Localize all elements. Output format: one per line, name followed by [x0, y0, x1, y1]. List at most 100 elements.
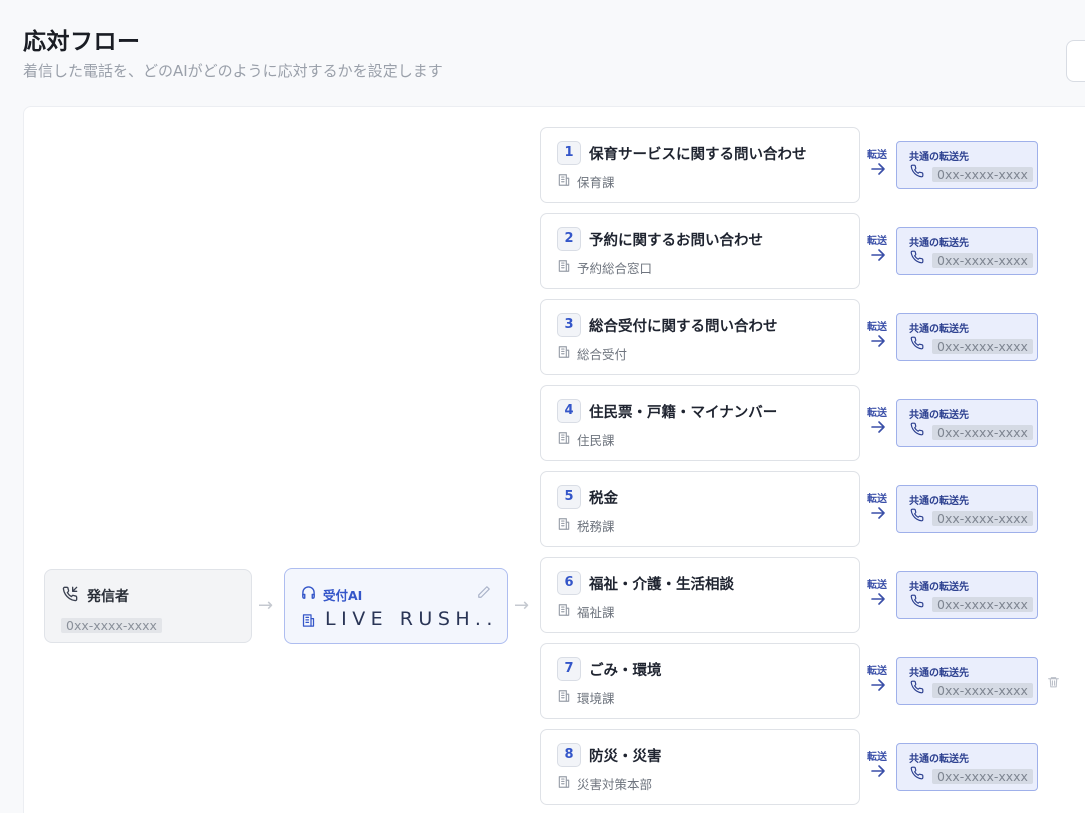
transfer-destination-number: 0xx-xxxx-xxxx — [932, 164, 1033, 183]
transfer-label: 転送 — [867, 580, 887, 591]
transfer-destination-number-value: 0xx-xxxx-xxxx — [932, 425, 1033, 440]
transfer-label: 転送 — [867, 494, 887, 505]
phone-icon — [910, 508, 924, 522]
route-card[interactable]: 3 総合受付に関する問い合わせ総合受付 — [540, 299, 860, 375]
transfer-destination-number-value: 0xx-xxxx-xxxx — [932, 339, 1033, 354]
route-title: 予約に関するお問い合わせ — [589, 233, 763, 249]
route-title: 福祉・介護・生活相談 — [589, 577, 734, 593]
building-icon — [558, 690, 570, 702]
route-title: 税金 — [589, 491, 618, 507]
transfer-destination-label: 共通の転送先 — [909, 754, 969, 765]
flow-arrow-1: → — [258, 595, 274, 616]
transfer-destination-label: 共通の転送先 — [909, 324, 969, 335]
top-right-button[interactable] — [1066, 40, 1085, 82]
transfer-destination-number: 0xx-xxxx-xxxx — [932, 250, 1033, 269]
route-title: 保育サービスに関する問い合わせ — [589, 147, 807, 163]
building-icon — [558, 518, 570, 530]
transfer-destination[interactable]: 共通の転送先 0xx-xxxx-xxxx — [896, 485, 1038, 533]
transfer-destination-label: 共通の転送先 — [909, 668, 969, 679]
arrow-right-icon — [871, 679, 885, 691]
route-department: 予約総合窓口 — [577, 261, 653, 276]
route-index: 3 — [557, 313, 581, 337]
arrow-right-icon — [871, 765, 885, 777]
route-department: 福祉課 — [577, 605, 615, 620]
route-department: 総合受付 — [577, 347, 628, 362]
transfer-label: 転送 — [867, 322, 887, 333]
route-title: ごみ・環境 — [589, 663, 662, 679]
route-index: 5 — [557, 485, 581, 509]
route-card[interactable]: 8 防災・災害 災害対策本部 — [540, 729, 860, 805]
caller-label: 発信者 — [87, 589, 129, 605]
building-icon — [558, 776, 570, 788]
transfer-destination-label: 共通の転送先 — [909, 152, 969, 163]
transfer-destination-label: 共通の転送先 — [909, 238, 969, 249]
transfer-destination[interactable]: 共通の転送先 0xx-xxxx-xxxx — [896, 141, 1038, 189]
route-index: 6 — [557, 571, 581, 595]
flow-arrow-2: → — [514, 595, 530, 616]
transfer-label: 転送 — [867, 752, 887, 763]
transfer-label: 転送 — [867, 408, 887, 419]
building-icon — [558, 346, 570, 358]
transfer-destination[interactable]: 共通の転送先 0xx-xxxx-xxxx — [896, 313, 1038, 361]
pencil-icon[interactable] — [477, 585, 491, 599]
transfer-destination[interactable]: 共通の転送先 0xx-xxxx-xxxx — [896, 743, 1038, 791]
transfer-destination-number: 0xx-xxxx-xxxx — [932, 766, 1033, 785]
phone-icon — [910, 594, 924, 608]
transfer-destination-label: 共通の転送先 — [909, 410, 969, 421]
route-index: 4 — [557, 399, 581, 423]
transfer-destination-label: 共通の転送先 — [909, 582, 969, 593]
arrow-right-icon — [871, 593, 885, 605]
transfer-destination[interactable]: 共通の転送先 0xx-xxxx-xxxx — [896, 227, 1038, 275]
building-icon — [558, 260, 570, 272]
ai-name: LIVE RUSH... — [325, 608, 497, 630]
caller-number: 0xx-xxxx-xxxx — [61, 615, 162, 634]
transfer-destination[interactable]: 共通の転送先 0xx-xxxx-xxxx — [896, 399, 1038, 447]
arrow-right-icon — [871, 507, 885, 519]
building-icon — [302, 614, 315, 627]
transfer-destination[interactable]: 共通の転送先 0xx-xxxx-xxxx — [896, 571, 1038, 619]
arrow-right-icon — [871, 421, 885, 433]
phone-icon — [910, 164, 924, 178]
route-card[interactable]: 7 ごみ・環境環境課 — [540, 643, 860, 719]
phone-icon — [910, 422, 924, 436]
route-department: 税務課 — [577, 519, 615, 534]
transfer-destination-number-value: 0xx-xxxx-xxxx — [932, 511, 1033, 526]
transfer-destination-number: 0xx-xxxx-xxxx — [932, 594, 1033, 613]
ai-label: 受付AI — [323, 588, 363, 603]
route-card[interactable]: 1 保育サービスに関する問い合わせ 保育課 — [540, 127, 860, 203]
route-title: 総合受付に関する問い合わせ — [589, 319, 778, 335]
route-department: 環境課 — [577, 691, 615, 706]
transfer-label: 転送 — [867, 236, 887, 247]
route-index: 1 — [557, 141, 581, 165]
route-index: 7 — [557, 657, 581, 681]
page-title: 応対フロー — [23, 29, 141, 55]
transfer-destination-label: 共通の転送先 — [909, 496, 969, 507]
transfer-destination-number-value: 0xx-xxxx-xxxx — [932, 769, 1033, 784]
route-department: 住民課 — [577, 433, 615, 448]
arrow-right-icon — [871, 249, 885, 261]
phone-icon — [910, 766, 924, 780]
phone-icon — [910, 336, 924, 350]
caller-node[interactable]: 発信者 0xx-xxxx-xxxx — [44, 569, 252, 643]
trash-icon[interactable] — [1047, 675, 1060, 689]
route-department: 災害対策本部 — [577, 777, 653, 792]
route-card[interactable]: 2 予約に関するお問い合わせ 予約総合窓口 — [540, 213, 860, 289]
building-icon — [558, 174, 570, 186]
building-icon — [558, 432, 570, 444]
caller-number-value: 0xx-xxxx-xxxx — [61, 618, 162, 633]
route-card[interactable]: 4 住民票・戸籍・マイナンバー 住民課 — [540, 385, 860, 461]
arrow-right-icon — [871, 335, 885, 347]
transfer-destination-number: 0xx-xxxx-xxxx — [932, 336, 1033, 355]
route-card[interactable]: 6 福祉・介護・生活相談福祉課 — [540, 557, 860, 633]
transfer-destination-number-value: 0xx-xxxx-xxxx — [932, 253, 1033, 268]
building-icon — [558, 604, 570, 616]
phone-icon — [910, 680, 924, 694]
route-card[interactable]: 5 税金税務課 — [540, 471, 860, 547]
transfer-destination-number: 0xx-xxxx-xxxx — [932, 680, 1033, 699]
transfer-destination[interactable]: 共通の転送先 0xx-xxxx-xxxx — [896, 657, 1038, 705]
transfer-destination-number-value: 0xx-xxxx-xxxx — [932, 597, 1033, 612]
headset-icon — [302, 586, 315, 599]
ai-node[interactable]: 受付AI LIVE RUSH... — [284, 568, 508, 644]
page-subtitle: 着信した電話を、どのAIがどのように応対するかを設定します — [23, 62, 443, 80]
route-title: 防災・災害 — [589, 749, 662, 765]
